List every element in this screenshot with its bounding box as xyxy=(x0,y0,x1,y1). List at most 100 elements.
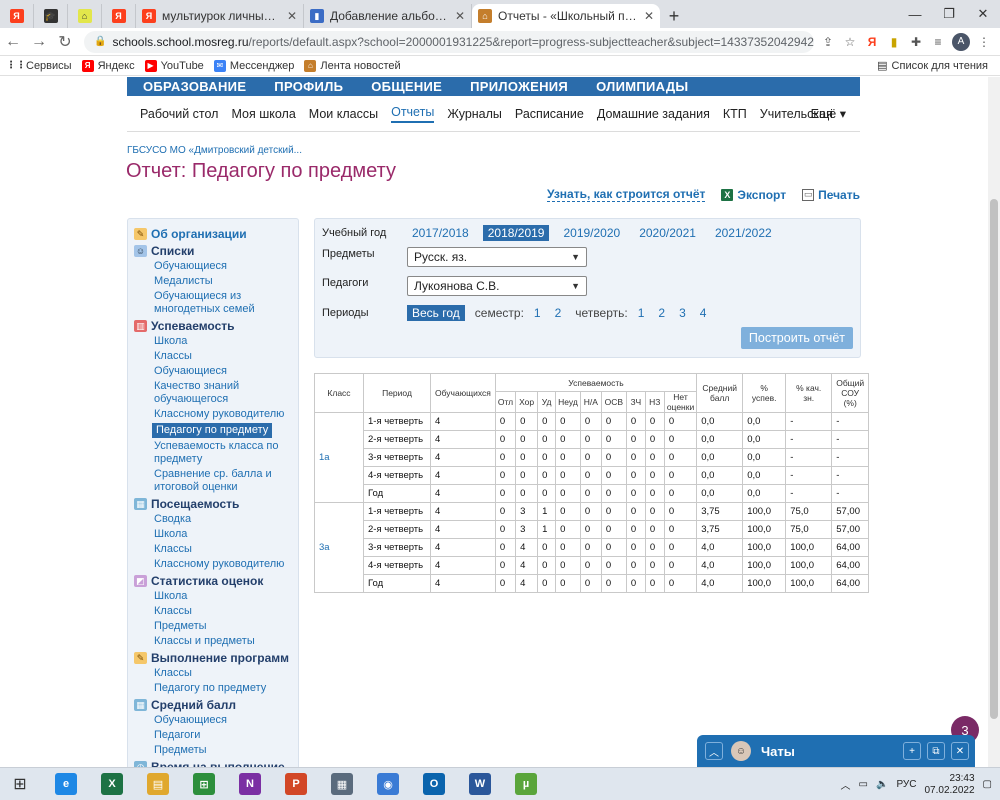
sub-nav-item[interactable]: Моя школа xyxy=(231,107,295,121)
yandex-extension-icon[interactable]: Я xyxy=(864,35,880,49)
sidebar-section[interactable]: ✎ Об организации xyxy=(134,227,298,241)
taskbar-app[interactable]: O xyxy=(414,768,454,800)
year-option[interactable]: 2017/2018 xyxy=(407,225,474,241)
semester-option[interactable]: 2 xyxy=(555,306,562,320)
menu-kebab-icon[interactable]: ⋮ xyxy=(976,35,992,49)
new-tab-button[interactable]: + xyxy=(660,4,688,28)
browser-tab[interactable]: ▮ Добавление альбома ✕ xyxy=(304,4,472,28)
taskbar-app[interactable]: N xyxy=(230,768,270,800)
sidebar-item[interactable]: Предметы xyxy=(154,620,298,633)
sub-nav-item[interactable]: Мои классы xyxy=(309,107,378,121)
more-menu-button[interactable]: Ещё ▾ xyxy=(811,106,846,121)
browser-tab[interactable]: Я xyxy=(0,4,34,28)
back-arrow-icon[interactable]: ← xyxy=(0,33,26,51)
sidebar-item[interactable]: Классному руководителю xyxy=(154,558,298,571)
sidebar-item[interactable]: Классы xyxy=(154,605,298,618)
sidebar-item[interactable]: Классы xyxy=(154,350,298,363)
class-link[interactable]: 3а xyxy=(314,502,364,593)
profile-avatar[interactable]: A xyxy=(952,32,970,51)
clock[interactable]: 23:43 07.02.2022 xyxy=(924,773,974,797)
main-menu-item[interactable]: ОБЩЕНИЕ xyxy=(371,79,442,94)
sub-nav-item[interactable]: Отчеты xyxy=(391,105,435,123)
sub-nav-item[interactable]: КТП xyxy=(723,107,747,121)
sidebar-item[interactable]: Обучающиеся xyxy=(154,365,298,378)
quarter-option[interactable]: 2 xyxy=(658,306,665,320)
sidebar-item[interactable]: Педагогу по предмету xyxy=(154,682,298,695)
breadcrumb[interactable]: ГБСУСО МО «Дмитровский детский... xyxy=(127,145,302,156)
close-icon[interactable]: ✕ xyxy=(951,742,969,760)
taskbar-app[interactable]: ◉ xyxy=(368,768,408,800)
taskbar-app[interactable]: X xyxy=(92,768,132,800)
quarter-option[interactable]: 4 xyxy=(700,306,707,320)
browser-tab[interactable]: 🎓 xyxy=(34,4,68,28)
taskbar-app[interactable]: µ xyxy=(506,768,546,800)
volume-icon[interactable]: 🔈 xyxy=(876,779,888,790)
address-bar[interactable]: 🔒 schools.school.mosreg.ru/reports/defau… xyxy=(84,30,814,53)
minimize-window-button[interactable]: — xyxy=(898,0,932,28)
popout-icon[interactable]: ⧉ xyxy=(927,742,945,760)
forward-arrow-icon[interactable]: → xyxy=(26,33,52,51)
sidebar-item[interactable]: Обучающиеся из многодетных семей xyxy=(154,290,298,316)
semester-option[interactable]: 1 xyxy=(534,306,541,320)
main-menu-item[interactable]: ПРОФИЛЬ xyxy=(274,79,343,94)
extensions-puzzle-icon[interactable]: ✚ xyxy=(908,35,924,49)
taskbar-app[interactable]: ▦ xyxy=(322,768,362,800)
sidebar-item[interactable]: Классы xyxy=(154,543,298,556)
close-tab-icon[interactable]: ✕ xyxy=(644,9,654,23)
sidebar-item[interactable]: Обучающиеся xyxy=(154,260,298,273)
sidebar-item[interactable]: Сводка xyxy=(154,513,298,526)
sidebar-item[interactable]: Классы xyxy=(154,667,298,680)
bookmark-item[interactable]: ✉ Мессенджер xyxy=(213,59,294,72)
taskbar-app[interactable]: e xyxy=(46,768,86,800)
bookmark-item[interactable]: ⋮⋮ Сервисы xyxy=(6,60,72,72)
sidebar-item[interactable]: Медалисты xyxy=(154,275,298,288)
sidebar-item[interactable]: Успеваемость класса по предмету xyxy=(154,440,298,466)
class-link[interactable]: 1а xyxy=(314,412,364,503)
browser-tab[interactable]: Ямультиурок личный кабинет вх ✕ xyxy=(136,4,304,28)
browser-tab[interactable]: ⌂ Отчеты - «Школьный портал» ✕ xyxy=(472,4,660,28)
subject-select[interactable]: Русск. яз. ▼ xyxy=(407,247,587,267)
bookmark-extension-icon[interactable]: ▮ xyxy=(886,35,902,49)
year-option[interactable]: 2020/2021 xyxy=(634,225,701,241)
sidebar-item[interactable]: Обучающиеся xyxy=(154,714,298,727)
sidebar-item[interactable]: Сравнение ср. балла и итоговой оценки xyxy=(154,468,298,494)
chevron-up-icon[interactable]: ︿ xyxy=(705,742,723,760)
chevron-up-icon[interactable]: ︿ xyxy=(841,777,851,792)
year-option[interactable]: 2019/2020 xyxy=(558,225,625,241)
bookmark-item[interactable]: Я Яндекс xyxy=(81,59,135,72)
period-all-year[interactable]: Весь год xyxy=(407,305,465,321)
sub-nav-item[interactable]: Домашние задания xyxy=(597,107,710,121)
teacher-select[interactable]: Лукоянова С.В. ▼ xyxy=(407,276,587,296)
quarter-option[interactable]: 3 xyxy=(679,306,686,320)
bookmark-item[interactable]: ⌂ Лента новостей xyxy=(304,59,401,72)
year-option[interactable]: 2018/2019 xyxy=(482,225,550,241)
quarter-option[interactable]: 1 xyxy=(638,306,645,320)
notifications-icon[interactable]: ▢ xyxy=(983,779,992,790)
taskbar-app[interactable]: P xyxy=(276,768,316,800)
browser-tab[interactable]: Я xyxy=(102,4,136,28)
sub-nav-item[interactable]: Журналы xyxy=(447,107,502,121)
sidebar-item[interactable]: Педагоги xyxy=(154,729,298,742)
sidebar-item[interactable]: Предметы xyxy=(154,744,298,757)
year-option[interactable]: 2021/2022 xyxy=(710,225,777,241)
close-window-button[interactable]: ✕ xyxy=(966,0,1000,28)
reading-list-link[interactable]: ▤ Список для чтения xyxy=(877,59,988,73)
close-tab-icon[interactable]: ✕ xyxy=(455,9,465,23)
main-menu-item[interactable]: ПРИЛОЖЕНИЯ xyxy=(470,79,568,94)
chat-bar[interactable]: ︿ ☺ Чаты + ⧉ ✕ xyxy=(697,735,975,767)
star-icon[interactable]: ☆ xyxy=(842,35,858,49)
taskbar-app[interactable]: ⊞ xyxy=(184,768,224,800)
taskbar-app[interactable]: ▤ xyxy=(138,768,178,800)
reading-list-icon[interactable]: ≡ xyxy=(930,35,946,49)
scrollbar-thumb[interactable] xyxy=(990,199,998,719)
share-icon[interactable]: ⇪ xyxy=(820,35,836,49)
maximize-window-button[interactable]: ❐ xyxy=(932,0,966,28)
reload-icon[interactable]: ↻ xyxy=(52,32,78,52)
sidebar-item[interactable]: Школа xyxy=(154,335,298,348)
main-menu-item[interactable]: ОБРАЗОВАНИЕ xyxy=(143,79,246,94)
build-report-button[interactable]: Построить отчёт xyxy=(740,327,853,349)
taskbar-app[interactable]: W xyxy=(460,768,500,800)
sidebar-item[interactable]: Классному руководителю xyxy=(154,408,298,421)
sidebar-item[interactable]: Школа xyxy=(154,528,298,541)
sub-nav-item[interactable]: Рабочий стол xyxy=(140,107,218,121)
